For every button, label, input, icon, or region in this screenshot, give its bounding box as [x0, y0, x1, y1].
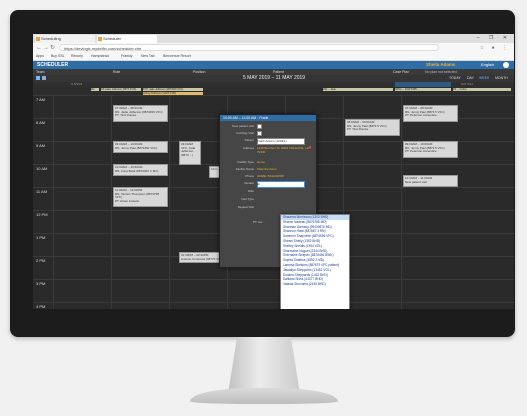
browser-toolbar: ← → ↻ https://devlogix.mydelfin.com/sche… — [33, 43, 514, 53]
user-name[interactable]: Sheila Adams — [426, 61, 455, 69]
browser-tab-scheduling[interactable]: Scheduling — [35, 35, 95, 43]
hour-line — [33, 95, 514, 96]
all-day-event[interactable]: Mo — [91, 88, 99, 91]
time-label: 10 AM — [36, 166, 48, 171]
power-icon[interactable] — [503, 62, 509, 68]
forward-icon[interactable]: → — [43, 44, 49, 52]
popup-header: 10:00 AM – 11:00 AM · Frank — [220, 115, 316, 121]
worker-dropdown-list[interactable]: Shaunna Morrisson (1303 BHD) Sharon Nade… — [280, 214, 350, 309]
language-select[interactable]: English — [481, 61, 494, 69]
view-today-button[interactable]: TODAY — [449, 75, 461, 82]
full-day-checkbox[interactable] — [257, 131, 262, 136]
time-label: 8 AM — [36, 120, 46, 125]
appointment-event[interactable]: 07:30AM – 08:30AM RN, Jenny Paul (8873 5… — [403, 105, 458, 122]
all-day-event[interactable]: AS Jadie Jefferson (8873 2019) — [101, 88, 141, 91]
map-pin-icon[interactable]: ● — [308, 145, 312, 151]
view-day-button[interactable]: DAY — [467, 75, 474, 82]
appointment-event[interactable]: 07:30AM – 08:30AM RN, Jadie Jefferson (8… — [113, 105, 168, 122]
bookmark-new-tab[interactable]: New Tab — [141, 53, 155, 60]
appointment-event[interactable]: 09:00AM – 10:00AM RN, Jenny Paul (8873 5… — [403, 141, 458, 158]
bookmark-buy-ssl[interactable]: Buy SSL — [51, 53, 65, 60]
hour-line — [33, 279, 514, 280]
screen: Scheduling Scheduler – ❐ ✕ ← → ↻ https:/… — [33, 34, 514, 309]
address-row: Address 1225 Bourbon St, NEW ORLEANS, LA… — [242, 145, 312, 154]
time-label: 3 PM — [36, 281, 46, 286]
appointment-event[interactable]: 11:00AM – 12:00PM RN, Tamsin Thompson (8… — [113, 187, 168, 207]
appointment-event[interactable]: 10:00AM – 10:30AM RN, Anna Bella (887345… — [113, 164, 168, 176]
all-day-event[interactable]: AW ... Jade — [323, 88, 393, 91]
calendar-icon[interactable] — [36, 76, 40, 80]
worker-option[interactable]: Vatasia Shonuma (2436 BHD) — [281, 282, 349, 287]
date-navigation-row: 5 MAY 2019 – 11 MAY 2019 TODAY DAY WEEK … — [33, 75, 514, 82]
visit-type-row: Visit Type — [241, 197, 254, 201]
appointment-event[interactable]: 10:30AM – 11:00AM New patient visit — [403, 175, 458, 187]
view-month-button[interactable]: MONTH — [495, 75, 508, 82]
time-label: 11 AM — [36, 189, 48, 194]
appointment-event[interactable]: 09:00AM – 10:00AM RN, Jenny Paul (887345… — [113, 141, 168, 153]
time-label: 2 PM — [36, 258, 46, 263]
time-label: 12 PM — [36, 212, 48, 217]
all-day-event[interactable]: ADVo ... 2019 1995 ... — [395, 88, 451, 91]
time-label: 1 PM — [36, 235, 46, 240]
time-label: 7 AM — [36, 97, 46, 102]
time-label: 9 AM — [36, 143, 46, 148]
bookmark-bienvenue[interactable]: Bienvenue Resort — [163, 53, 191, 60]
bookmark-frankly[interactable]: Frankly — [121, 53, 132, 60]
facility-name-value: Patients Home — [257, 167, 277, 171]
day-column[interactable] — [53, 95, 112, 309]
monitor-stand-neck — [228, 337, 300, 389]
new-patient-checkbox[interactable] — [257, 124, 262, 129]
browser-tab-scheduler[interactable]: Scheduler — [97, 35, 157, 43]
bookmark-recurly[interactable]: Recurly — [71, 53, 83, 60]
patient-row: Patient Frank Ansem (1233/L) — [220, 138, 316, 146]
favicon-icon — [98, 37, 102, 41]
monitor-bezel: Scheduling Scheduler – ❐ ✕ ← → ↻ https:/… — [10, 10, 515, 337]
toolbar-icons[interactable]: ☆ ● ⋮ — [480, 44, 510, 52]
view-week-button[interactable]: WEEK — [479, 75, 489, 82]
hour-line — [33, 302, 514, 303]
list-view-icon[interactable] — [42, 76, 46, 80]
facility-type-value: Home — [257, 160, 266, 164]
date-range-title: 5 MAY 2019 – 11 MAY 2019 — [243, 75, 306, 81]
window-controls[interactable]: – ❐ ✕ — [477, 34, 511, 42]
favicon-icon — [36, 37, 40, 41]
appointment-event[interactable]: 08:00AM – 09:00AM RN, Jenny Paul (8873 5… — [345, 119, 400, 136]
browser-tab-bar: Scheduling Scheduler – ❐ ✕ — [33, 34, 514, 43]
appointment-event[interactable]: 09:00AM VFC, Jade Jefferson (8873 ...) — [179, 141, 201, 165]
monitor-stand-base — [190, 388, 338, 404]
app-title: SCHEDULER — [37, 62, 69, 68]
repeat-visit-row: Repeat Visit — [237, 205, 254, 209]
all-day-event[interactable]: PJH, Jade Jefferson (9873945 VFC) — [143, 88, 203, 91]
all-day-event[interactable]: FS ... Cobra — [453, 88, 511, 91]
address-bar-input[interactable]: https://devlogix.mydelfin.com/scheduler.… — [59, 44, 439, 51]
role-row: Role — [247, 189, 254, 193]
worker-row: Worker sh — [220, 181, 316, 189]
bookmark-hampstead[interactable]: Hampstead — [91, 53, 109, 60]
app-header: SCHEDULER Sheila Adams English — [33, 61, 514, 69]
bookmark-apps[interactable]: Apps — [36, 53, 44, 60]
back-icon[interactable]: ← — [36, 44, 42, 52]
day-column[interactable] — [401, 95, 460, 309]
reload-icon[interactable]: ↻ — [50, 44, 55, 52]
address-value: 1225 Bourbon St, NEW ORLEANS, LA – 70130 — [257, 146, 312, 154]
bookmarks-bar: Apps Buy SSL Recurly Hampstead Frankly N… — [33, 53, 514, 61]
phone-value: HOME: 5041234567 — [257, 174, 285, 178]
time-label: 4 PM — [36, 304, 46, 309]
